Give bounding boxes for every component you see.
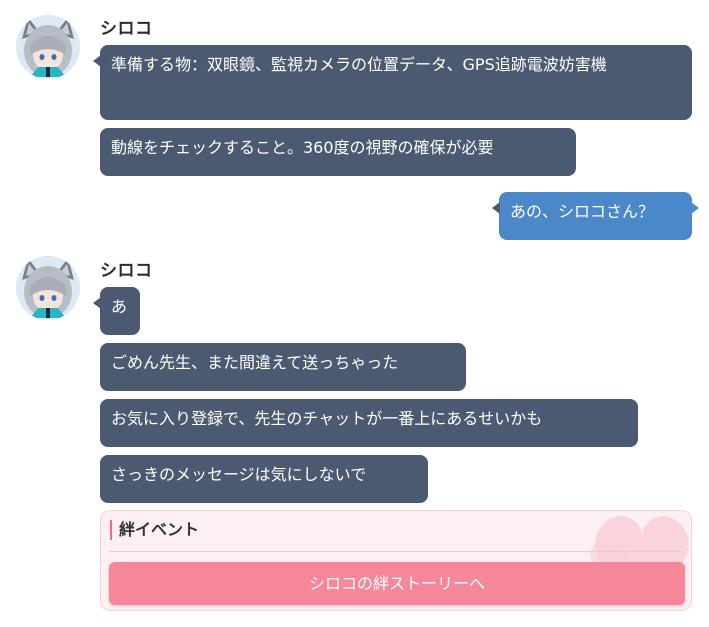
kizuna-event-title: 絆イベント <box>110 520 199 540</box>
message-bubble: さっきのメッセージは気にしないで <box>100 455 428 503</box>
message-bubble: 準備する物：双眼鏡、監視カメラの位置データ、GPS追跡電波妨害機 <box>93 45 692 120</box>
sender-name: シロコ <box>100 261 153 281</box>
message-bubble: あ <box>93 287 140 335</box>
sender-name: シロコ <box>100 19 153 39</box>
kizuna-event-card: 絆イベント シロコの絆ストーリーへ <box>100 510 692 611</box>
avatar[interactable] <box>16 15 80 79</box>
message-bubble: ごめん先生、また間違えて送っちゃった <box>100 343 466 391</box>
divider <box>109 551 683 552</box>
message-bubble: お気に入り登録で、先生のチャットが一番上にあるせいかも <box>100 399 638 447</box>
message-bubble: 動線をチェックすること。360度の視野の確保が必要 <box>100 128 576 176</box>
kizuna-story-button[interactable]: シロコの絆ストーリーへ <box>109 562 685 605</box>
my-message-bubble: あの、シロコさん？ <box>492 192 699 240</box>
avatar[interactable] <box>16 256 80 320</box>
